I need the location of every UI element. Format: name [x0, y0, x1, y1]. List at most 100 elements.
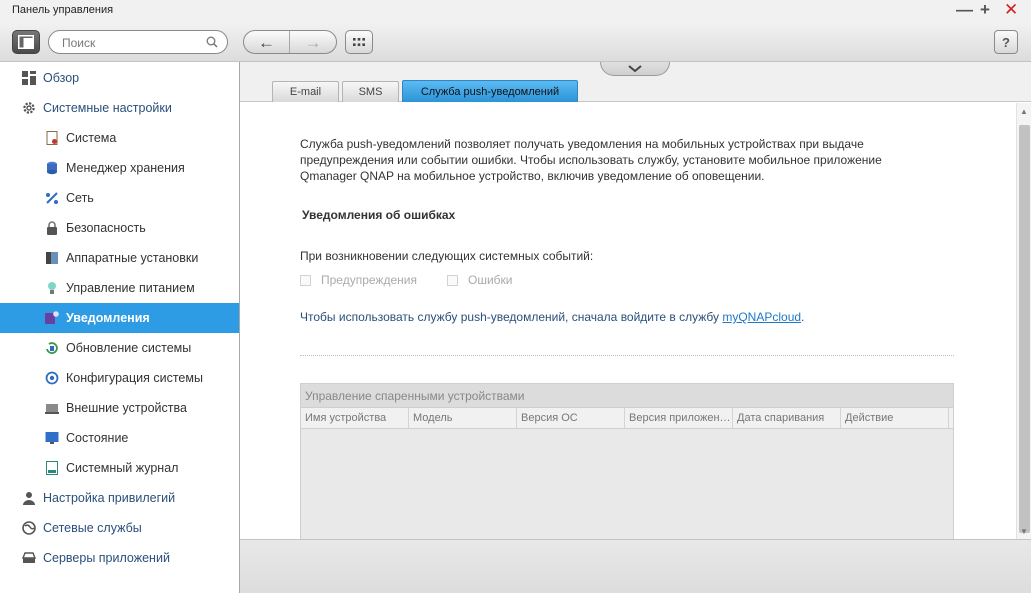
sidebar-item-system-settings[interactable]: Системные настройки: [0, 93, 239, 123]
column-header[interactable]: Имя устройства: [301, 408, 409, 428]
content-area: Служба push-уведомлений позволяет получа…: [240, 103, 1016, 539]
warnings-checkbox[interactable]: Предупреждения: [300, 273, 417, 287]
forward-button[interactable]: →: [290, 31, 336, 53]
sidebar-layout-icon: [18, 35, 34, 49]
column-header[interactable]: Дата спаривания: [733, 408, 841, 428]
tab-label: Служба push-уведомлений: [420, 85, 560, 98]
sidebar: Обзор Системные настройки Система Менедж…: [0, 62, 240, 593]
help-button[interactable]: ?: [994, 30, 1018, 54]
search-icon[interactable]: [206, 36, 218, 48]
maximize-button[interactable]: +: [980, 1, 990, 19]
sidebar-item-external-device[interactable]: Внешние устройства: [0, 393, 239, 423]
footer-bar: [240, 539, 1031, 593]
sidebar-item-overview[interactable]: Обзор: [0, 63, 239, 93]
errors-checkbox[interactable]: Ошибки: [447, 273, 513, 287]
gear-icon: [22, 101, 36, 115]
grid-dots-icon: [353, 38, 365, 46]
sidebar-item-label: Системный журнал: [66, 461, 179, 475]
signin-suffix: .: [801, 310, 805, 324]
arrow-left-icon: ←: [258, 32, 275, 52]
section-title: Уведомления об ошибках: [302, 208, 456, 222]
sidebar-item-privilege[interactable]: Настройка привилегий: [0, 483, 239, 513]
sidebar-item-label: Внешние устройства: [66, 401, 187, 415]
system-icon: [45, 131, 59, 145]
notification-icon: [45, 311, 59, 325]
sidebar-item-label: Система: [66, 131, 117, 145]
sidebar-item-label: Уведомления: [66, 311, 150, 325]
close-button[interactable]: ✕: [1004, 1, 1018, 19]
divider: [300, 355, 954, 356]
minimize-button[interactable]: —: [956, 1, 973, 19]
checkbox-box[interactable]: [447, 274, 458, 286]
apps-grid-button[interactable]: [345, 30, 373, 54]
paired-devices-table: Управление спаренными устройствами Имя у…: [300, 383, 954, 539]
history-navigation: ← →: [243, 30, 337, 54]
lock-icon: [45, 221, 59, 235]
tab-sms[interactable]: SMS: [342, 81, 399, 102]
sidebar-item-storage[interactable]: Менеджер хранения: [0, 153, 239, 183]
sidebar-item-firmware-update[interactable]: Обновление системы: [0, 333, 239, 363]
sidebar-item-label: Обновление системы: [66, 341, 192, 355]
vertical-scrollbar[interactable]: ▲ ▼: [1016, 103, 1031, 539]
column-header[interactable]: Модель: [409, 408, 517, 428]
network-icon: [45, 191, 59, 205]
table-header: Имя устройства Модель Версия ОС Версия п…: [301, 408, 953, 429]
sidebar-item-label: Конфигурация системы: [66, 371, 203, 385]
tab-label: SMS: [358, 86, 383, 98]
title-bar: Панель управления — + ✕: [0, 0, 1031, 22]
user-icon: [22, 491, 36, 505]
sidebar-item-power[interactable]: Управление питанием: [0, 273, 239, 303]
sidebar-item-system-status[interactable]: Состояние: [0, 423, 239, 453]
description-text: Служба push-уведомлений позволяет получа…: [300, 137, 882, 183]
sidebar-item-network[interactable]: Сеть: [0, 183, 239, 213]
scroll-down-icon[interactable]: ▼: [1020, 527, 1028, 536]
sidebar-item-hardware[interactable]: Аппаратные установки: [0, 243, 239, 273]
sidebar-item-applications[interactable]: Серверы приложений: [0, 543, 239, 573]
column-header[interactable]: Версия приложен…: [625, 408, 733, 428]
storage-icon: [45, 161, 59, 175]
sidebar-item-backup-restore[interactable]: Конфигурация системы: [0, 363, 239, 393]
sidebar-item-label: Серверы приложений: [43, 551, 170, 565]
question-icon: ?: [1002, 34, 1010, 50]
events-label: При возникновении следующих системных со…: [300, 249, 594, 263]
toolbar: ← → ?: [0, 22, 1031, 62]
hardware-icon: [45, 251, 59, 265]
search-input[interactable]: [62, 35, 202, 50]
search-box[interactable]: [48, 30, 228, 54]
sidebar-item-label: Обзор: [43, 71, 80, 85]
scroll-up-icon[interactable]: ▲: [1020, 107, 1028, 116]
myqnapcloud-link[interactable]: myQNAPcloud: [722, 310, 801, 324]
checkbox-label: Предупреждения: [321, 273, 417, 287]
checkbox-box[interactable]: [300, 274, 311, 286]
tab-push-service[interactable]: Служба push-уведомлений: [402, 80, 578, 102]
sidebar-item-label: Управление питанием: [66, 281, 195, 295]
sidebar-item-system-logs[interactable]: Системный журнал: [0, 453, 239, 483]
sidebar-item-label: Аппаратные установки: [66, 251, 199, 265]
sidebar-item-label: Системные настройки: [43, 101, 172, 115]
monitor-icon: [45, 431, 59, 445]
sidebar-item-security[interactable]: Безопасность: [0, 213, 239, 243]
update-icon: [45, 341, 59, 355]
sidebar-item-label: Сетевые службы: [43, 521, 142, 535]
sidebar-item-network-services[interactable]: Сетевые службы: [0, 513, 239, 543]
sidebar-item-notifications[interactable]: Уведомления: [0, 303, 239, 333]
column-header[interactable]: Действие: [841, 408, 949, 428]
external-device-icon: [45, 401, 59, 415]
power-icon: [45, 281, 59, 295]
collapse-toggle[interactable]: [600, 62, 670, 76]
tab-email[interactable]: E-mail: [272, 81, 339, 102]
back-button[interactable]: ←: [244, 31, 291, 53]
signin-text: Чтобы использовать службу push-уведомлен…: [300, 310, 719, 324]
main-panel: E-mail SMS Служба push-уведомлений Служб…: [240, 62, 1031, 593]
sidebar-item-label: Настройка привилегий: [43, 491, 176, 505]
signin-notice: Чтобы использовать службу push-уведомлен…: [300, 310, 804, 324]
column-header[interactable]: Версия ОС: [517, 408, 625, 428]
toggle-sidebar-button[interactable]: [12, 30, 40, 54]
table-title: Управление спаренными устройствами: [301, 384, 953, 408]
log-icon: [45, 461, 59, 475]
scroll-thumb[interactable]: [1019, 125, 1030, 533]
checkbox-label: Ошибки: [468, 273, 513, 287]
sidebar-item-label: Состояние: [66, 431, 129, 445]
sidebar-item-system[interactable]: Система: [0, 123, 239, 153]
sidebar-item-label: Безопасность: [66, 221, 146, 235]
